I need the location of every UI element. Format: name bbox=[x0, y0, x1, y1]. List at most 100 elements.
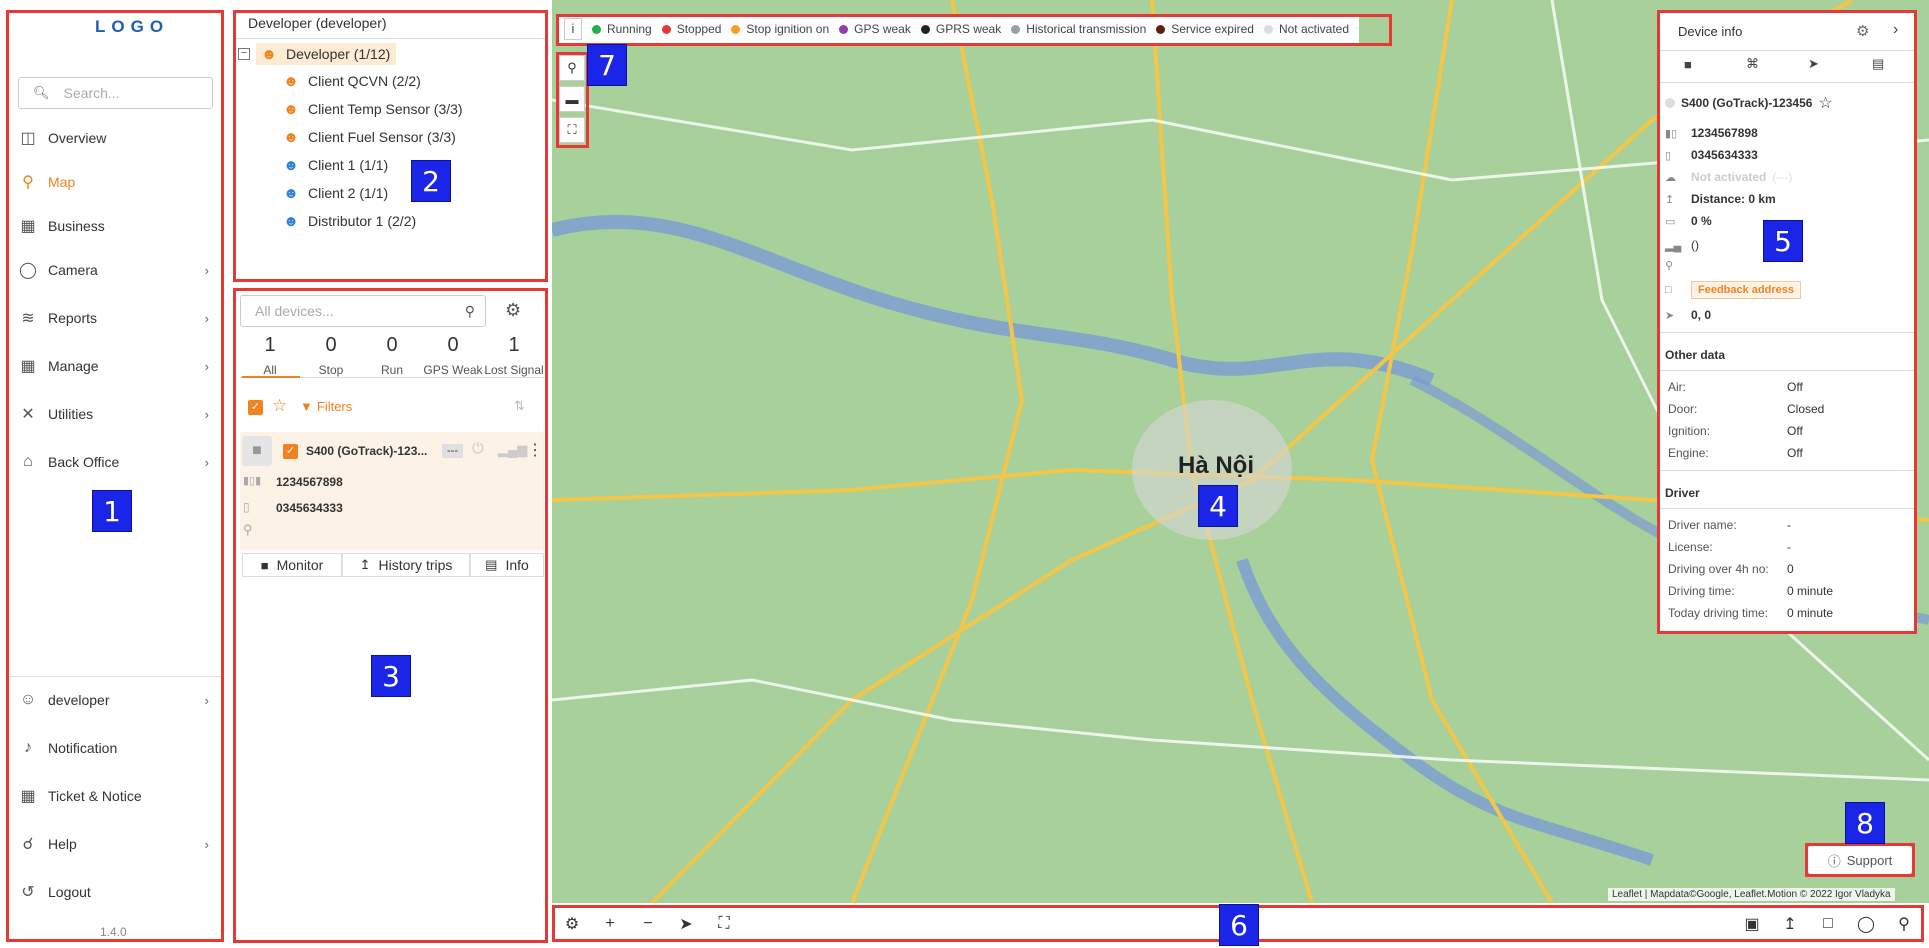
map-search-button[interactable]: ⚲ bbox=[559, 55, 585, 81]
legend-label: Historical transmission bbox=[1026, 22, 1147, 36]
command-tab-icon[interactable]: ⌘ bbox=[1746, 56, 1759, 72]
map-fullscreen-button[interactable]: ⛶ bbox=[559, 117, 585, 143]
star-icon[interactable]: ☆ bbox=[1818, 93, 1832, 113]
car-tab-icon[interactable]: ■ bbox=[1684, 57, 1692, 72]
other-data-key: Air: bbox=[1668, 380, 1686, 394]
tree-node-label: Client QCVN (2/2) bbox=[308, 73, 421, 89]
sidebar-item-ticket[interactable]: ▦ Ticket & Notice bbox=[18, 776, 213, 816]
sidebar-item-developer[interactable]: ☺ developer › bbox=[18, 680, 213, 720]
tree-node[interactable]: ☻ Client QCVN (2/2) bbox=[282, 69, 421, 93]
sidebar-item-notification[interactable]: ♪ Notification bbox=[18, 728, 213, 768]
fullscreen-icon: ⛶ bbox=[567, 122, 577, 137]
collapse-icon[interactable]: − bbox=[238, 48, 250, 60]
history-trips-button[interactable]: ↥ History trips bbox=[342, 553, 470, 577]
zoom-out-icon[interactable]: − bbox=[636, 912, 660, 936]
tree-node-label: Client 2 (1/1) bbox=[308, 185, 389, 201]
sidebar-item-camera[interactable]: ◯ Camera › bbox=[18, 250, 213, 290]
status-dot bbox=[1665, 98, 1675, 108]
tree-node[interactable]: ☻ Client Temp Sensor (3/3) bbox=[282, 97, 463, 121]
tree-node[interactable]: ☻ Client 1 (1/1) bbox=[282, 153, 388, 177]
stat-lost-signal[interactable]: 1 Lost Signal bbox=[484, 334, 544, 377]
stat-all[interactable]: 1 All bbox=[240, 334, 300, 377]
device-info-phone-row: ▯ 0345634333 bbox=[1665, 145, 1758, 165]
tree-root-node[interactable]: − ☻ Developer (1/12) bbox=[238, 42, 397, 66]
stat-count: 0 bbox=[447, 334, 459, 356]
navigation-tab-icon[interactable]: ➤ bbox=[1808, 56, 1819, 72]
more-options-icon[interactable]: ⋮ bbox=[527, 440, 543, 460]
gear-icon[interactable]: ⚙ bbox=[505, 300, 521, 321]
chevron-right-icon: › bbox=[204, 358, 209, 374]
device-info-name: S400 (GoTrack)-123456 bbox=[1681, 96, 1813, 110]
settings-gear-icon[interactable]: ⚙ bbox=[560, 912, 584, 936]
fit-bounds-icon[interactable]: ▣ bbox=[1740, 912, 1764, 936]
select-all-checkbox[interactable]: ✓ bbox=[248, 400, 263, 415]
sidebar-item-business[interactable]: ▦ Business bbox=[18, 206, 213, 246]
sidebar-item-label: developer bbox=[48, 692, 110, 708]
device-search-input[interactable]: All devices... ⚲ bbox=[240, 295, 486, 327]
tree-node[interactable]: ☻ Client Fuel Sensor (3/3) bbox=[282, 125, 456, 149]
sidebar-item-help[interactable]: ☌ Help › bbox=[18, 824, 213, 864]
legend-gprs-weak: GPRS weak bbox=[920, 22, 1002, 36]
device-checkbox[interactable]: ✓ bbox=[283, 444, 298, 459]
star-icon[interactable]: ☆ bbox=[272, 396, 287, 416]
tree-node[interactable]: ☻ Distributor 1 (2/2) bbox=[282, 209, 416, 233]
monitor-button[interactable]: ■ Monitor bbox=[242, 553, 342, 577]
gear-icon[interactable]: ⚙ bbox=[1856, 22, 1869, 40]
filters-button[interactable]: ▼ Filters bbox=[300, 399, 352, 414]
sidebar-search-input[interactable]: 🔍︎ Search... bbox=[18, 77, 213, 109]
sidebar-item-manage[interactable]: ▦ Manage › bbox=[18, 346, 213, 386]
sidebar-item-label: Help bbox=[48, 836, 77, 852]
measure-ruler-button[interactable]: ▬ bbox=[559, 86, 585, 112]
sort-icon[interactable]: ⇅ bbox=[514, 398, 525, 414]
zoom-in-icon[interactable]: + bbox=[598, 912, 622, 936]
stat-count: 1 bbox=[264, 334, 276, 356]
sim-icon: ▯ bbox=[1665, 149, 1672, 162]
device-info-status-extra: (---) bbox=[1772, 170, 1793, 184]
device-info-location-row: ⚲ bbox=[1665, 255, 1691, 275]
stat-gps-weak[interactable]: 0 GPS Weak bbox=[423, 334, 483, 377]
document-tab-icon[interactable]: ▤ bbox=[1872, 56, 1884, 72]
device-info-phone: 0345634333 bbox=[1691, 148, 1758, 162]
stat-run[interactable]: 0 Run bbox=[362, 334, 422, 377]
sidebar-item-logout[interactable]: ↺ Logout bbox=[18, 872, 213, 912]
sidebar-search-placeholder: Search... bbox=[63, 85, 120, 101]
sidebar-item-overview[interactable]: ◫ Overview bbox=[18, 118, 213, 158]
stat-stop[interactable]: 0 Stop bbox=[301, 334, 361, 377]
barcode-icon: ▮▯▮ bbox=[243, 475, 262, 487]
driver-value: 0 minute bbox=[1787, 584, 1834, 598]
device-card[interactable]: ■ ✓ S400 (GoTrack)-123... --- ⏻ ▂▄▆ ⋮ ▮▯… bbox=[240, 432, 544, 550]
sidebar-item-label: Overview bbox=[48, 130, 107, 146]
sidebar-item-reports[interactable]: ≋ Reports › bbox=[18, 298, 213, 338]
back-office-icon: ⌂ bbox=[23, 453, 33, 470]
status-dot bbox=[839, 24, 849, 34]
info-button[interactable]: ▤ Info bbox=[470, 553, 544, 577]
feedback-address-button[interactable]: Feedback address bbox=[1691, 281, 1801, 299]
device-imei: 1234567898 bbox=[276, 475, 343, 489]
tree-node[interactable]: ☻ Client 2 (1/1) bbox=[282, 181, 388, 205]
sidebar-item-map[interactable]: ⚲ Map bbox=[18, 162, 213, 202]
device-info-distance: Distance: 0 km bbox=[1691, 192, 1776, 206]
device-info-status-row: ☁ Not activated (---) bbox=[1665, 167, 1792, 187]
sidebar-item-label: Notification bbox=[48, 740, 118, 756]
sidebar-item-back-office[interactable]: ⌂ Back Office › bbox=[18, 442, 213, 482]
info-icon[interactable]: i bbox=[564, 18, 582, 40]
callout-badge-8: 8 bbox=[1845, 802, 1885, 844]
pin-list-icon[interactable]: ⚲ bbox=[1892, 912, 1916, 936]
chevron-right-icon: › bbox=[204, 406, 209, 422]
area-select-icon[interactable]: □ bbox=[1816, 912, 1840, 936]
search-icon: ⚲ bbox=[464, 302, 475, 319]
legend-label: Running bbox=[607, 22, 652, 36]
fullscreen-icon[interactable]: ⛶ bbox=[712, 912, 736, 936]
status-dot bbox=[592, 24, 601, 34]
sidebar-item-utilities[interactable]: ✕ Utilities › bbox=[18, 394, 213, 434]
locate-icon[interactable]: ➤ bbox=[674, 912, 698, 936]
chevron-right-icon[interactable]: › bbox=[1893, 21, 1898, 39]
support-label: Support bbox=[1846, 852, 1893, 868]
user-icon: ☺ bbox=[19, 691, 37, 708]
legend-label: GPRS weak bbox=[935, 22, 1002, 36]
route-icon[interactable]: ↥ bbox=[1778, 912, 1802, 936]
button-label: Info bbox=[505, 557, 529, 573]
other-data-value: Off bbox=[1787, 446, 1803, 460]
support-button[interactable]: ⓘ Support bbox=[1808, 846, 1912, 874]
geofence-icon[interactable]: ◯ bbox=[1854, 912, 1878, 936]
